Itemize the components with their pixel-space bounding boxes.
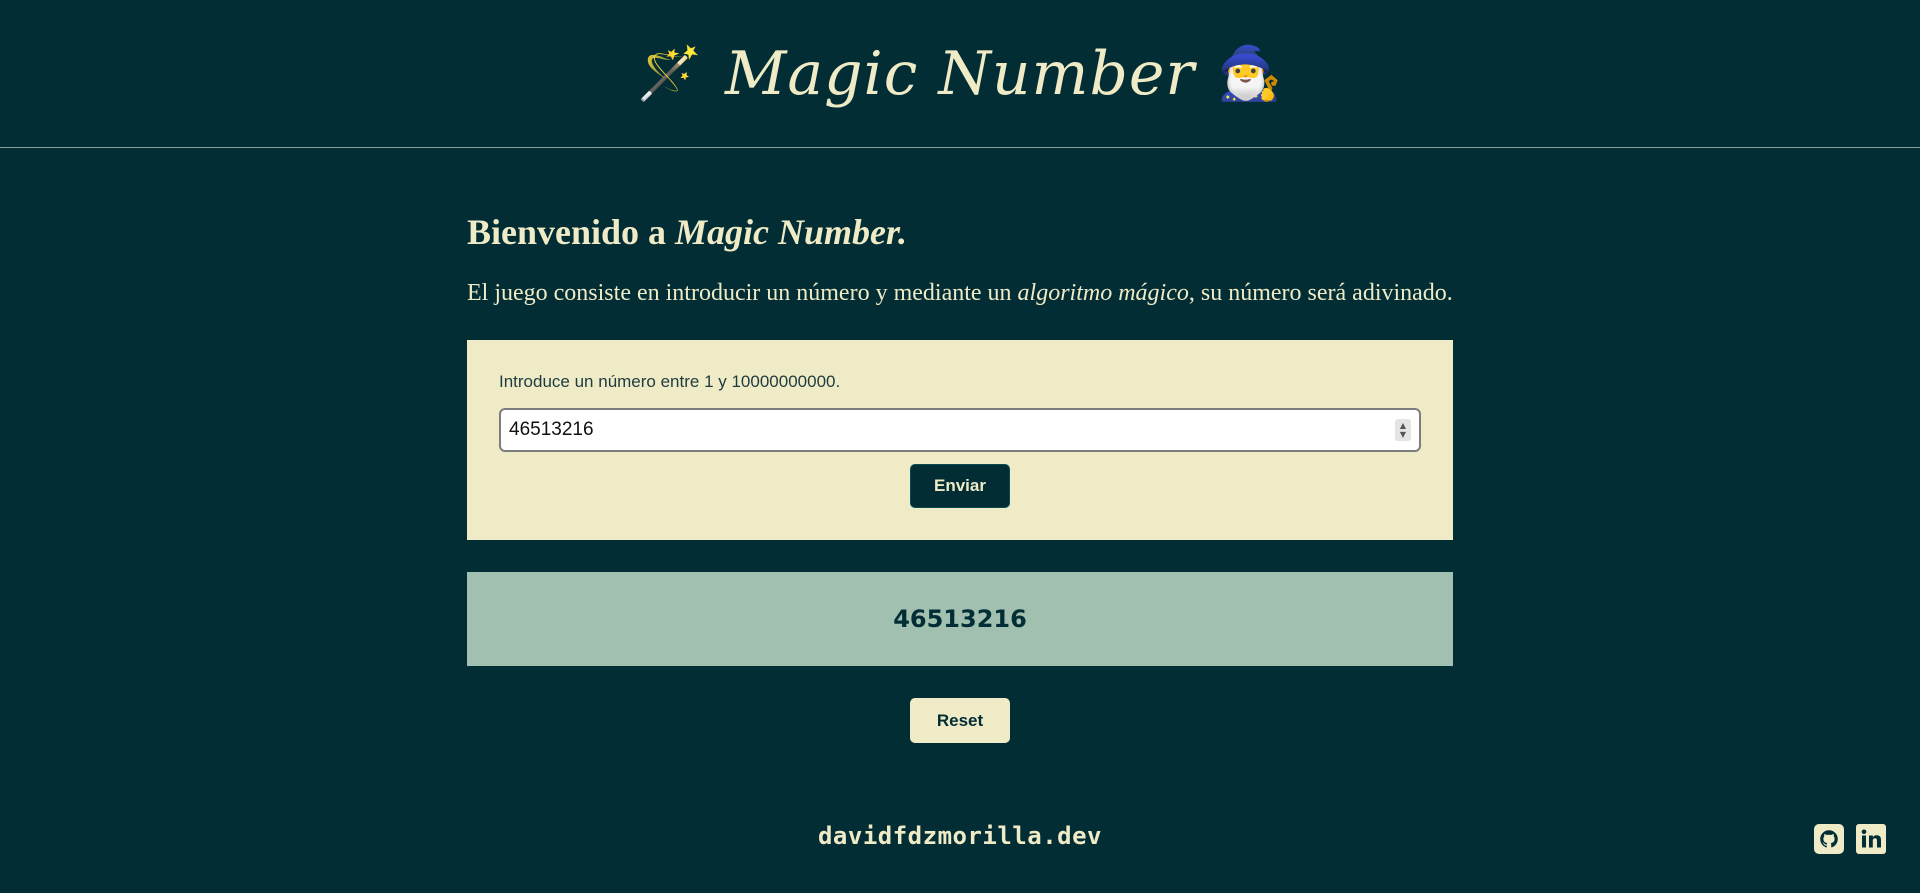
site-header: 🪄 Magic Number 🧙‍♂️ xyxy=(0,0,1920,148)
wizard-icon: 🧙‍♂️ xyxy=(1217,43,1283,104)
stepper-down-icon[interactable]: ▼ xyxy=(1400,430,1406,439)
result-value: 46513216 xyxy=(893,605,1027,633)
description-start: El juego consiste en introducir un númer… xyxy=(467,280,1018,306)
number-input-wrapper: ▲ ▼ xyxy=(499,408,1421,452)
description-emphasis: algoritmo mágico xyxy=(1017,280,1189,306)
page: 🪄 Magic Number 🧙‍♂️ Bienvenido a Magic N… xyxy=(0,0,1920,893)
result-panel: 46513216 xyxy=(467,572,1453,666)
linkedin-icon[interactable] xyxy=(1856,824,1886,854)
welcome-prefix: Bienvenido a xyxy=(467,212,676,252)
stepper-up-icon[interactable]: ▲ xyxy=(1400,421,1406,430)
social-links xyxy=(1814,824,1886,854)
github-icon[interactable] xyxy=(1814,824,1844,854)
app-title-text: Magic Number xyxy=(724,38,1196,109)
welcome-heading: Bienvenido a Magic Number. xyxy=(467,210,1453,254)
number-input-label: Introduce un número entre 1 y 1000000000… xyxy=(499,372,841,391)
game-description: El juego consiste en introducir un númer… xyxy=(467,276,1453,310)
submit-button[interactable]: Enviar xyxy=(910,464,1010,508)
number-stepper[interactable]: ▲ ▼ xyxy=(1395,419,1411,441)
description-end: , su número será adivinado. xyxy=(1188,280,1453,306)
app-title: 🪄 Magic Number 🧙‍♂️ xyxy=(637,39,1283,109)
main-content: Bienvenido a Magic Number. El juego cons… xyxy=(467,148,1453,743)
guess-form: Introduce un número entre 1 y 1000000000… xyxy=(467,340,1453,540)
submit-row: Enviar xyxy=(499,464,1421,508)
reset-row: Reset xyxy=(467,698,1453,743)
magic-wand-icon: 🪄 xyxy=(637,43,703,104)
welcome-emphasis: Magic Number. xyxy=(675,212,908,252)
footer-site-link[interactable]: davidfdzmorilla.dev xyxy=(0,822,1920,850)
number-input[interactable] xyxy=(501,410,1419,450)
reset-button[interactable]: Reset xyxy=(910,698,1010,743)
